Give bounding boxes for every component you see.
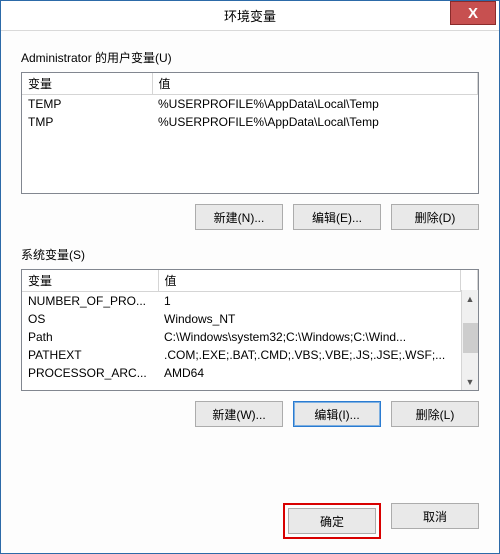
var-name: TEMP [22, 95, 152, 114]
table-row[interactable]: TEMP %USERPROFILE%\AppData\Local\Temp [22, 95, 478, 114]
env-vars-dialog: 环境变量 X Administrator 的用户变量(U) 变量 值 TEMP … [0, 0, 500, 554]
user-vars-table[interactable]: 变量 值 TEMP %USERPROFILE%\AppData\Local\Te… [21, 72, 479, 194]
scroll-down-icon[interactable]: ▼ [462, 373, 478, 390]
sys-header-name[interactable]: 变量 [22, 270, 158, 292]
var-name: PATHEXT [22, 346, 158, 364]
close-button[interactable]: X [450, 1, 496, 25]
var-name: TMP [22, 113, 152, 131]
scroll-thumb[interactable] [463, 323, 478, 353]
titlebar: 环境变量 X [1, 1, 499, 31]
user-header-name[interactable]: 变量 [22, 73, 152, 95]
sys-scrollbar[interactable]: ▲ ▼ [461, 290, 478, 390]
cancel-button[interactable]: 取消 [391, 503, 479, 529]
var-name: Path [22, 328, 158, 346]
user-header-value[interactable]: 值 [152, 73, 478, 95]
sys-vars-label: 系统变量(S) [21, 246, 479, 263]
close-icon: X [468, 5, 478, 22]
table-row[interactable]: PATHEXT .COM;.EXE;.BAT;.CMD;.VBS;.VBE;.J… [22, 346, 478, 364]
table-row[interactable]: Path C:\Windows\system32;C:\Windows;C:\W… [22, 328, 478, 346]
var-name: PROCESSOR_ARC... [22, 364, 158, 382]
sys-edit-button[interactable]: 编辑(I)... [293, 401, 381, 427]
table-row[interactable]: PROCESSOR_ARC... AMD64 [22, 364, 478, 382]
var-value: 1 [158, 292, 461, 311]
scroll-up-icon[interactable]: ▲ [462, 290, 478, 307]
var-value: Windows_NT [158, 310, 461, 328]
scroll-header [461, 270, 478, 292]
ok-button[interactable]: 确定 [288, 508, 376, 534]
user-new-button[interactable]: 新建(N)... [195, 204, 283, 230]
content-area: Administrator 的用户变量(U) 变量 值 TEMP %USERPR… [1, 31, 499, 553]
sys-header-value[interactable]: 值 [158, 270, 461, 292]
table-row[interactable]: NUMBER_OF_PRO... 1 [22, 292, 478, 311]
var-value: C:\Windows\system32;C:\Windows;C:\Wind..… [158, 328, 461, 346]
ok-highlight-box: 确定 [283, 503, 381, 539]
sys-buttons-row: 新建(W)... 编辑(I)... 删除(L) [21, 401, 479, 427]
user-delete-button[interactable]: 删除(D) [391, 204, 479, 230]
var-value: AMD64 [158, 364, 461, 382]
var-name: NUMBER_OF_PRO... [22, 292, 158, 311]
user-buttons-row: 新建(N)... 编辑(E)... 删除(D) [21, 204, 479, 230]
var-name: OS [22, 310, 158, 328]
var-value: %USERPROFILE%\AppData\Local\Temp [152, 113, 478, 131]
user-edit-button[interactable]: 编辑(E)... [293, 204, 381, 230]
window-title: 环境变量 [1, 6, 499, 25]
sys-vars-table[interactable]: 变量 值 NUMBER_OF_PRO... 1 OS Windows_NT [21, 269, 479, 391]
sys-delete-button[interactable]: 删除(L) [391, 401, 479, 427]
table-row[interactable]: OS Windows_NT [22, 310, 478, 328]
sys-new-button[interactable]: 新建(W)... [195, 401, 283, 427]
table-row[interactable]: TMP %USERPROFILE%\AppData\Local\Temp [22, 113, 478, 131]
var-value: %USERPROFILE%\AppData\Local\Temp [152, 95, 478, 114]
var-value: .COM;.EXE;.BAT;.CMD;.VBS;.VBE;.JS;.JSE;.… [158, 346, 461, 364]
footer-buttons: 确定 取消 [21, 503, 479, 539]
user-vars-label: Administrator 的用户变量(U) [21, 49, 479, 66]
